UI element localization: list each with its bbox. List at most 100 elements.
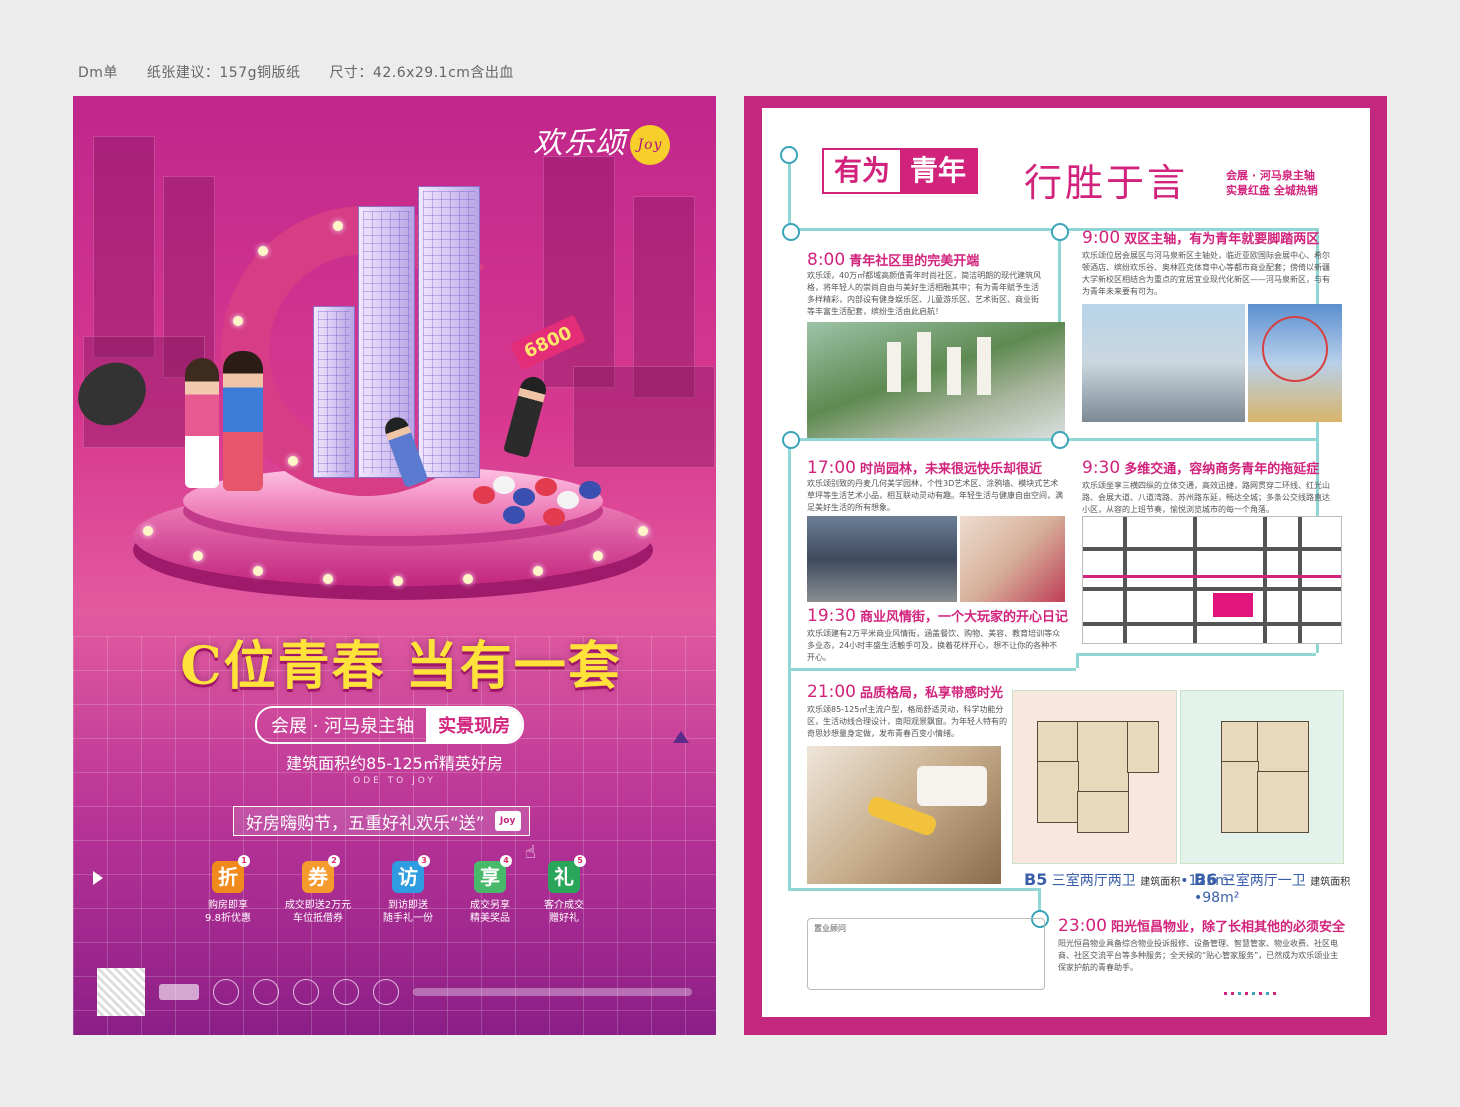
timeline-line [788, 668, 791, 888]
light-bulb-icon [593, 551, 603, 561]
light-bulb-icon [258, 246, 268, 256]
perk-item: 访3 到访即送 随手礼一份 [363, 855, 453, 925]
timeline-line [788, 163, 791, 228]
clock-icon [782, 431, 800, 449]
section-title: 21:00 品质格局，私享带感时光 [807, 682, 1004, 702]
shopping-girls-photo [960, 516, 1065, 602]
headline: C位青春 当有一套 [180, 636, 622, 697]
shopping-street-photo [807, 516, 957, 602]
light-bulb-icon [253, 566, 263, 576]
timeline-start-dot-icon [780, 146, 798, 164]
section-body: 欢乐颂坐享三横四纵的立体交通，高效迅捷，路网贯穿二环线、红光山路、会展大道、八道… [1082, 481, 1330, 514]
ode-to-joy-text: ODE TO JOY [353, 776, 436, 786]
section-body: 欢乐颂85-125㎡主流户型，格局舒适灵动，科学功能分区，生活动线合理设计，南阳… [807, 705, 1007, 738]
light-bulb-icon [533, 566, 543, 576]
section-body: 欢乐颂建有2万平米商业风情街，涵盖餐饮、购物、美容、教育培训等众多业态，24小时… [807, 629, 1061, 662]
exhibition-center-photo [1082, 304, 1245, 422]
area-text: 建筑面积约85-125㎡精英好房 [286, 754, 503, 773]
timeline-line [788, 438, 1058, 441]
location-map [1082, 516, 1342, 644]
light-bulb-icon [143, 526, 153, 536]
clock-icon [1051, 223, 1069, 241]
community-aerial-photo [807, 322, 1065, 438]
balloon-icon [543, 508, 565, 526]
perk-item: 券2 成交即送2万元 车位抵借券 [273, 855, 363, 925]
partner-logo-icon [253, 979, 279, 1005]
location-text: 会展 · 河马泉主轴 [271, 716, 415, 737]
header-title: 行胜于言 [1024, 161, 1189, 205]
plan-b6-label: B6 三室两厅一卫 建筑面积•98m² [1194, 870, 1351, 906]
header-side-text: 会展 · 河马泉主轴 实景红盘 全城热销 [1226, 169, 1318, 197]
partner-logo-icon [293, 979, 319, 1005]
perk-discount-icon: 折1 [212, 855, 250, 893]
poster-back: 有为 青年 行胜于言 会展 · 河马泉主轴 实景红盘 全城热销 8:00 青年社区… [744, 96, 1387, 1035]
sales-advisor-box[interactable]: 置业顾问 [807, 918, 1045, 990]
timeline-line [1076, 653, 1316, 656]
section-title: 23:00 阳光恒昌物业，除了长相其他的必须安全 [1058, 916, 1346, 936]
light-bulb-icon [323, 574, 333, 584]
partner-logo-icon [213, 979, 239, 1005]
skateboarder [503, 373, 549, 459]
light-bulb-icon [393, 576, 403, 586]
perk-visit-icon: 访3 [392, 855, 430, 893]
floor-plan-b5 [1012, 690, 1177, 864]
tower-building [313, 306, 355, 478]
hello-logo [159, 984, 199, 1000]
location-pill: 会展 · 河马泉主轴 实景现房 [255, 706, 525, 744]
background-building [573, 366, 715, 468]
content-panel: 有为 青年 行胜于言 会展 · 河马泉主轴 实景红盘 全城热销 8:00 青年社区… [762, 108, 1370, 1017]
section-body: 欢乐颂别致的丹麦几何美学园林，个性3D艺术区、涂鸦墙、模块式艺术草坪等生活艺术小… [807, 479, 1063, 512]
section-title: 8:00 青年社区里的完美开端 [807, 250, 980, 270]
tower-building [418, 186, 480, 478]
clock-icon [1051, 431, 1069, 449]
brand-logo: 欢乐颂 Joy [533, 118, 670, 165]
light-bulb-icon [193, 551, 203, 561]
clock-icon [782, 223, 800, 241]
location-highlight: 实景现房 [426, 708, 523, 742]
footer-address-blurred [413, 988, 692, 996]
perk-item: 礼5 客介成交 赠好礼 [519, 855, 609, 925]
timeline-line [788, 438, 791, 668]
color-dots [1224, 992, 1276, 995]
perk-text: 到访即送 随手礼一份 [383, 900, 433, 924]
light-bulb-icon [288, 456, 298, 466]
couple-woman [185, 358, 219, 488]
section-body: 欢乐颂，40万㎡都域高颜值青年时尚社区，简洁明朗的现代建筑风格，将年轻人的崇尚自… [807, 271, 1042, 316]
light-bulb-icon [463, 574, 473, 584]
timeline-line [788, 668, 1076, 671]
section-title: 9:30 多维交通，容纳商务青年的拖延症 [1082, 458, 1320, 478]
section-body: 欢乐颂位居会展区与河马泉新区主轴处，临近亚欧国际会展中心、希尔顿酒店、缤纷欢乐谷… [1082, 251, 1330, 296]
triangle-decor-icon [93, 871, 103, 885]
joy-badge-icon: Joy [494, 811, 521, 831]
timeline-line [788, 888, 1038, 891]
perk-enjoy-icon: 享4 [474, 855, 512, 893]
perk-coupon-icon: 券2 [302, 855, 340, 893]
perk-text: 购房即享 9.8折优惠 [205, 900, 251, 924]
light-bulb-icon [638, 526, 648, 536]
perk-text: 客介成交 赠好礼 [544, 900, 584, 924]
balloon-icon [493, 476, 515, 494]
background-building [93, 136, 155, 358]
partner-logo-icon [333, 979, 359, 1005]
floor-plan-b6 [1180, 690, 1344, 864]
header-tag: 有为 青年 [822, 148, 979, 194]
balloon-icon [513, 488, 535, 506]
balloon-icon [535, 478, 557, 496]
header-tag-highlight: 青年 [900, 150, 977, 192]
section-title: 19:30 商业风情街，一个大玩家的开心日记 [807, 606, 1069, 626]
print-spec: Dm单 纸张建议：157g铜版纸 尺寸：42.6x29.1cm含出血 [78, 62, 538, 82]
spec-type: Dm单 [78, 65, 118, 81]
couple-man-guitar [223, 351, 263, 491]
triangle-decor-icon [673, 731, 689, 743]
poster-front: 欢乐颂 Joy 6800 C位青春 当有一套 会展 · 河马泉主轴 实景现房 建筑… [73, 96, 716, 1035]
balloon-icon [473, 486, 495, 504]
spec-paper: 纸张建议：157g铜版纸 [146, 65, 301, 81]
timeline-line [1058, 438, 1316, 441]
header-tag-word: 有为 [834, 154, 891, 187]
section-body: 阳光恒昌物业具备综合物业投诉报修、设备管理、智慧管家、物业收费、社区电商、社区交… [1058, 939, 1339, 972]
perk-item: 折1 购房即享 9.8折优惠 [183, 855, 273, 925]
section-title: 9:00 双区主轴，有为青年就要脚踏两区 [1082, 228, 1320, 248]
balloon-icon [579, 481, 601, 499]
light-bulb-icon [233, 316, 243, 326]
brand-logo-text: 欢乐颂 [533, 126, 626, 161]
